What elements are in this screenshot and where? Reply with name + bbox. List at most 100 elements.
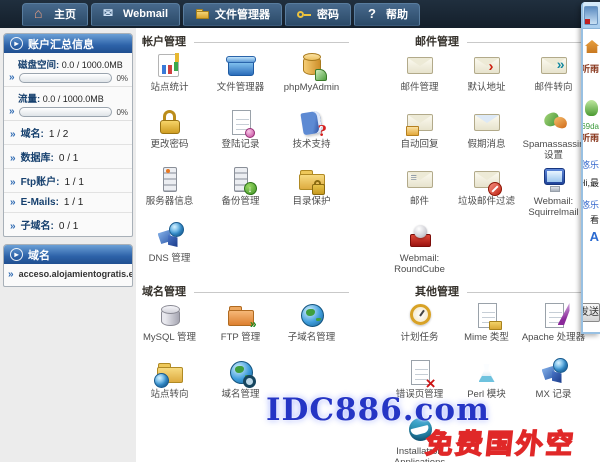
app-ftp-manager[interactable]: FTP 管理 <box>205 300 276 357</box>
app-label: Apache 处理器 <box>522 333 585 344</box>
sail-badge-icon <box>315 69 327 81</box>
lines-badge-icon <box>411 173 417 184</box>
bullet-arrow-icon: » <box>8 270 14 280</box>
app-label: 域名管理 <box>221 390 259 401</box>
filebox-icon <box>224 51 258 81</box>
app-auto-reply[interactable]: 自动回复 <box>386 107 453 164</box>
envelope-vacation-icon <box>470 108 504 138</box>
app-mime-types[interactable]: Mime 类型 <box>453 300 520 357</box>
domain-item[interactable]: » acceso.alojamientogratis.es <box>4 264 132 286</box>
app-apache-handlers[interactable]: Apache 处理器 <box>520 300 587 357</box>
app-subdomain-manager[interactable]: 子域名管理 <box>276 300 347 357</box>
nav-tab-label: Webmail <box>123 8 168 20</box>
app-label: 站点转向 <box>150 390 188 401</box>
traffic-label: 流量: <box>18 94 40 105</box>
envelope-double-arrow-icon <box>537 51 571 81</box>
app-login-records[interactable]: 登陆记录 <box>205 107 276 164</box>
stat-row-domains: » 域名: 1 / 2 <box>4 121 132 145</box>
nav-tab-label: 主页 <box>54 6 76 22</box>
nav-tab-webmail[interactable]: Webmail <box>91 3 180 26</box>
chat-fragment: 悠乐 <box>581 200 599 211</box>
app-spam-filter[interactable]: 垃圾邮件过滤 <box>453 164 520 221</box>
disk-progress-bar <box>19 73 113 83</box>
nav-tab-password[interactable]: 密码 <box>285 3 351 26</box>
app-spamassassin-settings[interactable]: Spamassassin 设置 <box>520 107 587 164</box>
app-file-manager[interactable]: 文件管理器 <box>205 50 276 107</box>
app-default-address[interactable]: 默认地址 <box>453 50 520 107</box>
app-webmail-roundcube[interactable]: Webmail: RoundCube <box>386 221 453 278</box>
stat-row-ftp: » Ftp账户: 1 / 1 <box>4 169 132 193</box>
domains-panel: ▸ 域名 » acceso.alojamientogratis.es <box>3 244 133 287</box>
chat-fragment: 听雨 <box>581 133 599 144</box>
chat-fragment: Hi,最 <box>581 178 599 189</box>
app-phpmyadmin[interactable]: phpMyAdmin <box>276 50 347 107</box>
app-backup-manager[interactable]: 备份管理 <box>205 164 276 221</box>
globe-badge-icon <box>154 373 169 388</box>
bullet-arrow-icon: » <box>10 178 16 188</box>
computer-globe-icon <box>153 222 187 252</box>
red-dot-icon <box>585 19 590 24</box>
chat-font-button[interactable]: A <box>590 229 599 245</box>
app-webmail-squirrelmail[interactable]: Webmail: Squirrelmail <box>520 164 587 221</box>
hosting-control-panel: 主页 Webmail 文件管理器 密码 帮助 ▸ 账户汇总信息 磁盘空间: <box>0 0 600 462</box>
nav-tab-help[interactable]: 帮助 <box>354 3 420 26</box>
app-vacation-message[interactable]: 假期消息 <box>453 107 520 164</box>
app-label: 邮件管理 <box>400 83 438 94</box>
app-installatron[interactable]: Installatron Applications <box>386 414 453 462</box>
app-change-password[interactable]: 更改密码 <box>134 107 205 164</box>
book-question-icon <box>295 108 329 138</box>
app-tech-support[interactable]: 技术支持 <box>276 107 347 164</box>
app-label: Webmail: Squirrelmail <box>520 197 587 219</box>
nav-tab-home[interactable]: 主页 <box>22 3 88 26</box>
chart-icon <box>153 51 187 81</box>
chat-send-button[interactable]: 发送 <box>581 303 600 322</box>
nav-tab-file-manager[interactable]: 文件管理器 <box>183 3 282 26</box>
qq-titlebar[interactable] <box>583 2 600 29</box>
app-mysql-manager[interactable]: MySQL 管理 <box>134 300 205 357</box>
app-server-info[interactable]: 服务器信息 <box>134 164 205 221</box>
qq-chat-window: 听雨 69da 听雨 悠乐 Hi,最 悠乐 看 A 发送 <box>581 2 600 334</box>
app-perl-modules[interactable]: Perl 模块 <box>453 357 520 414</box>
app-mail-manager[interactable]: 邮件管理 <box>386 50 453 107</box>
section-rule <box>467 42 586 43</box>
stat-value: 0 / 1 <box>59 221 78 232</box>
home-icon <box>34 8 49 21</box>
app-error-pages[interactable]: 错误页管理 <box>386 357 453 414</box>
app-cron-jobs[interactable]: 计划任务 <box>386 300 453 357</box>
app-site-statistics[interactable]: 站点统计 <box>134 50 205 107</box>
domains-title: 域名 <box>28 247 50 263</box>
app-label: 备份管理 <box>221 197 259 208</box>
red-arrow-badge-icon <box>489 59 494 74</box>
section-account-management: 帐户管理 站点统计 文件管理器 phpMyAdmin 更改密码 登陆记录 技术支… <box>134 34 349 278</box>
envelope-icon <box>403 51 437 81</box>
app-site-redirect[interactable]: 站点转向 <box>134 357 205 414</box>
chat-fragment: 悠乐 <box>581 160 599 171</box>
app-mx-records[interactable]: MX 记录 <box>520 357 587 414</box>
traffic-usage-block: 流量: 0.0 / 1000.0MB » 0% <box>4 87 132 121</box>
house-icon <box>585 40 599 53</box>
app-mail-forwarding[interactable]: 邮件转向 <box>520 50 587 107</box>
app-domain-manager[interactable]: 域名管理 <box>205 357 276 414</box>
app-dns-manager[interactable]: DNS 管理 <box>134 221 205 278</box>
section-title: 其他管理 <box>415 283 459 299</box>
sidebar: ▸ 账户汇总信息 磁盘空间: 0.0 / 1000.0MB » 0% 流量: 0… <box>0 28 136 462</box>
app-label: 假期消息 <box>467 140 505 151</box>
app-grid: 邮件管理 默认地址 邮件转向 自动回复 假期消息 Spamassassin 设置… <box>386 50 586 278</box>
flask-icon <box>470 358 504 388</box>
stat-row-subdomains: » 子域名: 0 / 1 <box>4 213 132 236</box>
app-directory-protection[interactable]: 目录保护 <box>276 164 347 221</box>
globe-icon <box>295 301 329 331</box>
folder-globe-icon <box>153 358 187 388</box>
app-label: 默认地址 <box>467 83 505 94</box>
stat-label: 域名: <box>21 125 44 140</box>
section-rule <box>194 42 349 43</box>
app-mail[interactable]: 邮件 <box>386 164 453 221</box>
stat-label: Ftp账户: <box>21 173 60 188</box>
domain-name: acceso.alojamientogratis.es <box>19 269 133 279</box>
traffic-percent: 0% <box>116 108 128 117</box>
section-rule <box>467 292 586 293</box>
section-other-management: 其他管理 计划任务 Mime 类型 Apache 处理器 错误页管理 Perl … <box>386 284 586 462</box>
app-label: 目录保护 <box>292 197 330 208</box>
server-icon <box>153 165 187 195</box>
app-label: 登陆记录 <box>221 140 259 151</box>
